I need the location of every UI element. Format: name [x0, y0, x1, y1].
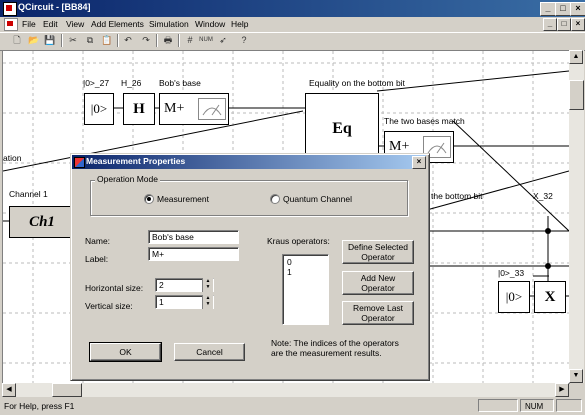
gate-label-bottom-bit: the bottom bit — [431, 191, 483, 201]
help-icon[interactable]: ? — [237, 34, 251, 47]
dialog-title: Measurement Properties — [86, 156, 186, 166]
paste-icon[interactable]: 📋 — [100, 34, 114, 47]
vertical-scrollbar[interactable]: ▲ ▼ — [569, 50, 584, 383]
vertical-size-label: Vertical size: — [85, 301, 133, 311]
pointer-icon[interactable]: ➶ — [216, 34, 230, 47]
meter-icon — [198, 98, 226, 120]
measurement-radio[interactable] — [144, 194, 154, 204]
kraus-operators-list[interactable]: 0 1 — [282, 254, 329, 325]
mdi-restore-button[interactable]: □ — [557, 18, 571, 31]
horizontal-size-stepper[interactable]: 2 ▲ ▼ — [155, 278, 214, 292]
scroll-thumb[interactable] — [569, 80, 584, 110]
vertical-size-value: 1 — [159, 297, 164, 307]
mdi-close-button[interactable]: × — [571, 18, 585, 31]
x-gate[interactable]: X — [534, 281, 566, 313]
status-text: For Help, press F1 — [4, 401, 75, 411]
measurement-gate-label: M+ — [164, 101, 185, 116]
redo-icon[interactable]: ↷ — [139, 34, 153, 47]
menu-file[interactable]: File — [22, 19, 36, 29]
label-field[interactable]: M+ — [148, 247, 239, 261]
undo-icon[interactable]: ↶ — [121, 34, 135, 47]
scroll-down-icon[interactable]: ▼ — [569, 369, 583, 383]
kraus-operators-label: Kraus operators: — [267, 236, 330, 246]
gate-label-x32: X_32 — [533, 191, 553, 201]
menu-add-elements[interactable]: Add Elements — [91, 19, 144, 29]
document-icon[interactable] — [4, 18, 18, 31]
new-icon[interactable]: 🗋 — [10, 34, 24, 47]
copy-icon[interactable]: ⧉ — [83, 34, 97, 47]
name-label: Name: — [85, 236, 111, 246]
window-title: QCircuit - [BB84] — [18, 2, 91, 12]
grid-icon[interactable]: # — [183, 34, 197, 47]
quantum-channel-radio-label[interactable]: Quantum Channel — [283, 194, 352, 204]
operation-mode-group — [90, 180, 408, 216]
ket-zero-gate[interactable]: |0> — [84, 93, 114, 125]
menu-simulation[interactable]: Simulation — [149, 19, 189, 29]
gate-label-zero33: |0>_33 — [498, 268, 525, 278]
toolbar-separator — [117, 34, 119, 47]
menu-window[interactable]: Window — [195, 19, 225, 29]
ket-zero-gate-2[interactable]: |0> — [498, 281, 530, 313]
toolbar-separator — [61, 34, 63, 47]
ok-button[interactable]: OK — [89, 342, 162, 362]
minimize-button[interactable]: _ — [540, 2, 556, 16]
numbering-icon[interactable]: NUM — [199, 34, 213, 47]
scroll-thumb[interactable] — [52, 383, 82, 397]
dialog-title-bar: Measurement Properties × — [72, 155, 426, 169]
define-selected-operator-button[interactable]: Define Selected Operator — [342, 240, 414, 264]
gate-label-two-bases: The two bases match — [384, 116, 465, 126]
menu-help[interactable]: Help — [231, 19, 248, 29]
gate-label-h26: H_26 — [121, 78, 142, 88]
toolbar-separator — [178, 34, 180, 47]
toolbar-separator — [156, 34, 158, 47]
menu-bar — [0, 17, 585, 32]
close-button[interactable]: × — [570, 2, 585, 16]
open-icon[interactable]: 📂 — [27, 34, 41, 47]
hadamard-gate[interactable]: H — [123, 93, 155, 125]
list-item[interactable]: 1 — [287, 267, 324, 277]
mdi-minimize-button[interactable]: _ — [543, 18, 557, 31]
cancel-button[interactable]: Cancel — [174, 343, 245, 361]
spin-arrows-icon[interactable]: ▲ ▼ — [202, 278, 213, 292]
gate-label-ation: ation — [3, 153, 22, 163]
horizontal-size-value: 2 — [159, 280, 164, 290]
scroll-right-icon[interactable]: ▶ — [555, 383, 569, 397]
save-icon[interactable]: 💾 — [43, 34, 57, 47]
num-lock-indicator: NUM — [520, 399, 554, 412]
scroll-up-icon[interactable]: ▲ — [569, 50, 583, 64]
scroll-left-icon[interactable]: ◀ — [2, 383, 16, 397]
menu-edit[interactable]: Edit — [43, 19, 58, 29]
vertical-size-stepper[interactable]: 1 ▲ ▼ — [155, 295, 214, 309]
title-bar: QCircuit - [BB84] _ □ × — [0, 0, 585, 17]
add-new-operator-button[interactable]: Add New Operator — [342, 271, 414, 295]
operation-mode-label: Operation Mode — [95, 174, 160, 184]
maximize-button[interactable]: □ — [555, 2, 571, 16]
status-panel — [478, 399, 518, 412]
channel-gate[interactable]: Ch1 — [9, 206, 75, 238]
gate-label-zero27: |0>_27 — [83, 78, 110, 88]
kraus-note: Note: The indices of the operators are t… — [271, 338, 399, 358]
dialog-icon — [74, 157, 85, 168]
horizontal-size-label: Horizontal size: — [85, 283, 144, 293]
status-panel — [556, 399, 582, 412]
app-icon[interactable] — [3, 2, 17, 16]
cut-icon[interactable]: ✂ — [66, 34, 80, 47]
spin-arrows-icon[interactable]: ▲ ▼ — [202, 295, 213, 309]
measurement-gate[interactable]: M+ — [159, 93, 229, 125]
menu-view[interactable]: View — [66, 19, 84, 29]
name-field[interactable]: Bob's base — [148, 230, 239, 244]
remove-last-operator-button[interactable]: Remove Last Operator — [342, 301, 414, 325]
gate-label-bobs-base: Bob's base — [159, 78, 201, 88]
print-icon[interactable]: 🖶 — [161, 34, 175, 47]
dialog-close-button[interactable]: × — [412, 156, 426, 169]
horizontal-scrollbar[interactable]: ◀ ▶ — [2, 383, 569, 397]
measurement-radio-label[interactable]: Measurement — [157, 194, 209, 204]
label-label: Label: — [85, 254, 109, 264]
gate-label-channel1: Channel 1 — [9, 189, 48, 199]
quantum-channel-radio[interactable] — [270, 194, 280, 204]
list-item[interactable]: 0 — [287, 257, 324, 267]
gate-label-equality: Equality on the bottom bit — [309, 78, 405, 88]
